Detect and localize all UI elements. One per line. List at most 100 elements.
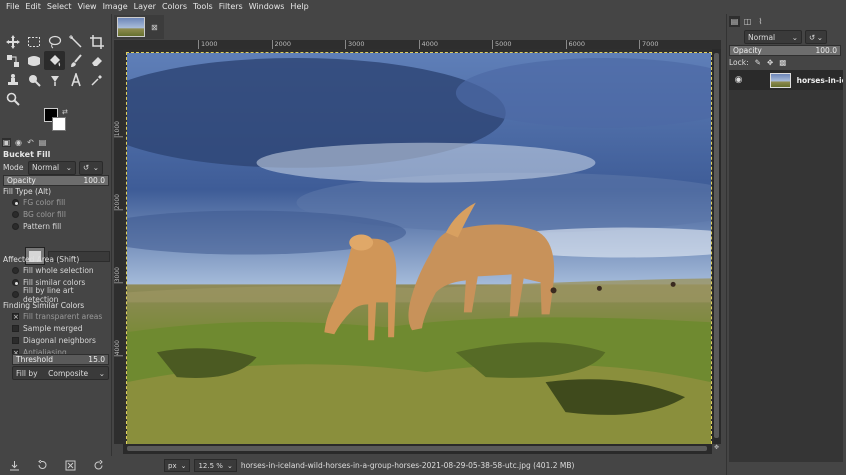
menu-help[interactable]: Help (287, 0, 311, 14)
images-tab-icon[interactable]: ▤ (38, 138, 47, 147)
layer-opacity-slider[interactable]: Opacity 100.0 (729, 45, 841, 56)
move-tool-button[interactable] (2, 32, 23, 51)
navigate-icon[interactable]: ✥ (712, 444, 721, 454)
crop-tool-button[interactable] (86, 32, 107, 51)
free-select-tool-button[interactable] (44, 32, 65, 51)
unit-value: px (168, 461, 177, 470)
bucket-fill-tool-button[interactable] (44, 51, 65, 70)
file-info-text: horses-in-iceland-wild-horses-in-a-group… (240, 461, 575, 470)
menu-edit[interactable]: Edit (22, 0, 44, 14)
mode-reset-button[interactable]: ↺ ⌄ (79, 160, 103, 175)
fill-by-value: Composite (48, 368, 89, 378)
chevron-down-icon: ⌄ (816, 32, 823, 42)
fg-bg-colors: ⇄ (44, 108, 70, 134)
opacity-label: Opacity (7, 176, 36, 185)
text-tool-button[interactable] (65, 70, 86, 89)
menu-layer[interactable]: Layer (131, 0, 159, 14)
fill-type-bg-radio[interactable]: BG color fill (12, 209, 66, 220)
lock-alpha-icon[interactable]: ▩ (779, 58, 786, 67)
delete-preset-icon[interactable] (65, 460, 76, 471)
menu-colors[interactable]: Colors (159, 0, 190, 14)
layer-opacity-label: Opacity (733, 46, 762, 55)
text-icon (70, 72, 81, 86)
layer-mode-select[interactable]: Normal ⌄ (744, 30, 802, 44)
layers-list[interactable]: ◉ horses-in-iceland (729, 70, 843, 462)
menu-file[interactable]: File (3, 0, 22, 14)
vertical-ruler[interactable]: 1000 2000 3000 4000 (114, 49, 123, 444)
menu-windows[interactable]: Windows (246, 0, 288, 14)
layer-mode-value: Normal (748, 32, 776, 42)
affected-line-art-radio[interactable]: Fill by line art detection (12, 286, 111, 304)
vertical-scroll-thumb[interactable] (714, 53, 719, 438)
fuzzy-select-tool-button[interactable] (65, 32, 86, 51)
tools-grid (2, 32, 110, 108)
vertical-scrollbar[interactable] (712, 49, 721, 444)
restore-preset-icon[interactable] (37, 460, 48, 471)
diagonal-neighbors-checkbox[interactable]: Diagonal neighbors (12, 335, 96, 346)
layer-mode-row: Normal ⌄ ↺ ⌄ (729, 30, 845, 44)
tool-options-tab-icon[interactable]: ▣ (2, 137, 11, 147)
warp-transform-tool-button[interactable] (23, 51, 44, 70)
layer-mode-reset-button[interactable]: ↺ ⌄ (805, 30, 827, 44)
sample-merged-checkbox[interactable]: Sample merged (12, 323, 83, 334)
channels-tab-icon[interactable]: ◫ (742, 16, 753, 27)
dodge-burn-tool-button[interactable] (44, 70, 65, 89)
zoom-tool-button[interactable] (2, 89, 23, 108)
ruler-tick-label: 4000 (114, 340, 123, 357)
chevron-down-icon: ⌄ (791, 32, 798, 42)
menu-view[interactable]: View (75, 0, 100, 14)
menu-image[interactable]: Image (100, 0, 131, 14)
canvas-image[interactable] (126, 52, 712, 444)
eraser-tool-button[interactable] (86, 51, 107, 70)
menu-filters[interactable]: Filters (216, 0, 246, 14)
opacity-slider[interactable]: Opacity 100.0 (3, 175, 109, 186)
tool-options-title: Bucket Fill (3, 150, 51, 159)
paths-tab-icon[interactable]: ⌇ (755, 16, 766, 27)
undo-history-tab-icon[interactable]: ↶ (26, 138, 35, 147)
smudge-tool-button[interactable] (23, 70, 44, 89)
sample-merged-label: Sample merged (23, 324, 83, 333)
unified-transform-tool-button[interactable] (2, 51, 23, 70)
device-status-tab-icon[interactable]: ◉ (14, 138, 23, 147)
ruler-corner[interactable] (114, 40, 123, 49)
menu-select[interactable]: Select (44, 0, 75, 14)
image-thumbnail (117, 17, 145, 37)
lock-pixels-icon[interactable]: ✎ (755, 58, 761, 67)
fill-type-pattern-label: Pattern fill (23, 222, 62, 231)
ruler-tick-label: 7000 (639, 40, 659, 49)
affected-whole-selection-radio[interactable]: Fill whole selection (12, 265, 94, 276)
horizontal-scrollbar[interactable] (123, 444, 712, 454)
lock-position-icon[interactable]: ✥ (767, 58, 773, 67)
horizontal-ruler[interactable]: 1000 2000 3000 4000 5000 6000 7000 (123, 40, 721, 49)
layers-tab-icon[interactable]: ▤ (729, 16, 740, 27)
mode-select[interactable]: Normal ⌄ (28, 160, 76, 175)
warp-icon (27, 55, 40, 66)
fill-by-select[interactable]: Fill by Composite ⌄ (12, 366, 109, 380)
paintbrush-tool-button[interactable] (65, 51, 86, 70)
color-picker-tool-button[interactable] (86, 70, 107, 89)
rect-select-tool-button[interactable] (23, 32, 44, 51)
crop-icon (89, 34, 104, 49)
background-color-swatch[interactable] (52, 117, 66, 131)
status-bar: px ⌄ 12.5 % ⌄ horses-in-iceland-wild-hor… (114, 456, 726, 475)
eye-icon[interactable]: ◉ (733, 75, 744, 85)
layer-row[interactable]: ◉ horses-in-iceland (729, 70, 843, 90)
reset-options-icon[interactable] (93, 460, 104, 471)
threshold-slider[interactable]: Threshold 15.0 (12, 354, 109, 365)
horizontal-scroll-thumb[interactable] (127, 446, 707, 451)
reset-icon: ↺ (809, 32, 816, 42)
zoom-select[interactable]: 12.5 % ⌄ (194, 459, 237, 472)
menu-tools[interactable]: Tools (190, 0, 216, 14)
fill-type-pattern-radio[interactable]: Pattern fill (12, 221, 61, 232)
swap-colors-icon[interactable]: ⇄ (62, 108, 68, 116)
fill-transparent-checkbox[interactable]: × Fill transparent areas (12, 311, 102, 322)
save-preset-icon[interactable] (9, 460, 20, 471)
radio-button (12, 267, 19, 274)
clone-tool-button[interactable] (2, 70, 23, 89)
fill-type-fg-radio[interactable]: FG color fill (12, 197, 65, 208)
close-icon[interactable]: ⊠ (151, 23, 158, 32)
eraser-icon (91, 56, 102, 66)
unit-select[interactable]: px ⌄ (164, 459, 191, 472)
image-tab[interactable]: ⊠ (114, 15, 164, 39)
diagonal-neighbors-label: Diagonal neighbors (23, 336, 96, 345)
